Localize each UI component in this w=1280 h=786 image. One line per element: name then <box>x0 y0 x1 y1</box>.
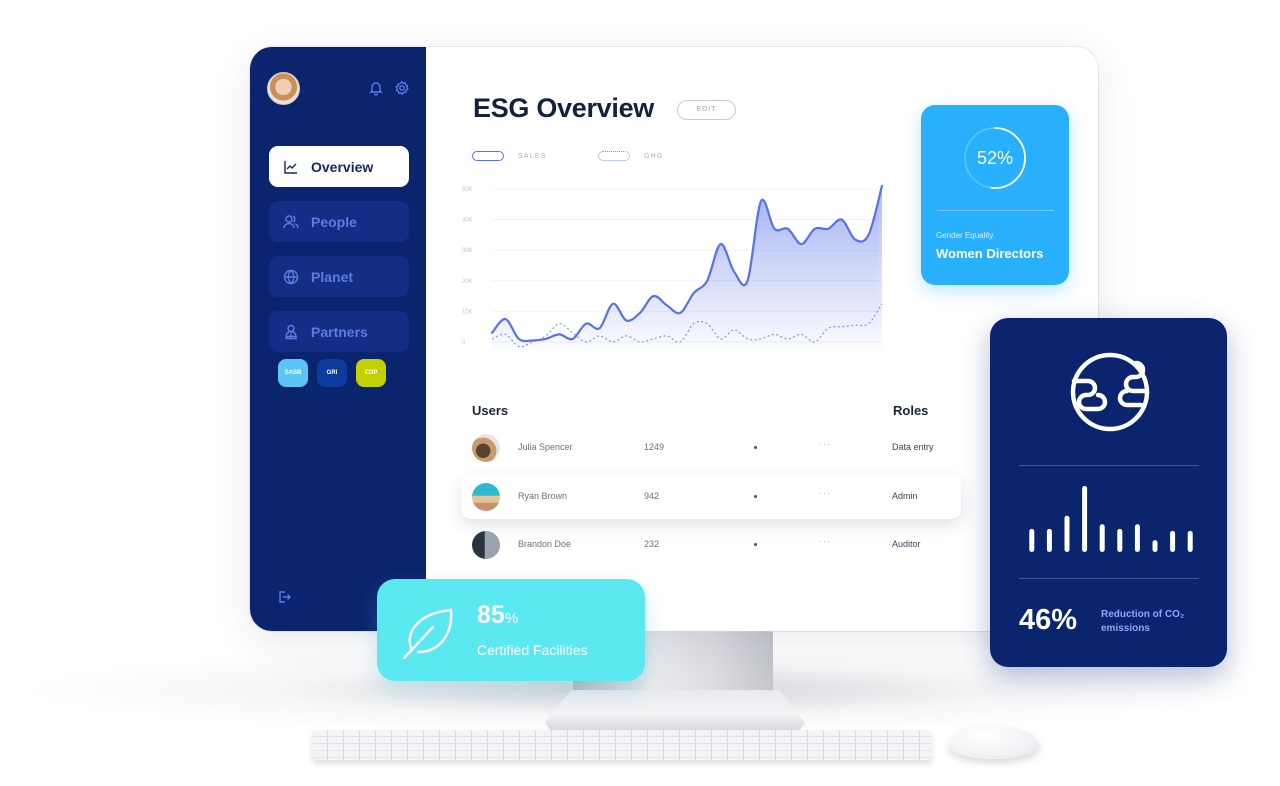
keyboard <box>312 730 932 760</box>
facilities-percent: 85% <box>477 601 518 630</box>
more-options[interactable]: ··· <box>819 536 831 546</box>
sidebar-item-label: Partners <box>311 323 368 340</box>
y-tick-label: 30K <box>462 248 473 254</box>
sidebar-item-label: People <box>311 213 357 230</box>
sidebar-item-people[interactable]: People <box>269 201 409 242</box>
sidebar-item-overview[interactable]: Overview <box>269 146 409 187</box>
roles-heading: Roles <box>893 403 929 418</box>
badge-cdp[interactable]: CDP <box>356 359 386 387</box>
leaf-icon <box>402 608 453 660</box>
earth-icon <box>1070 352 1150 432</box>
co2-description: Reduction of CO₂ emissions <box>1101 608 1184 636</box>
gear-icon[interactable] <box>394 80 410 96</box>
card-title: Women Directors <box>936 246 1044 261</box>
more-options[interactable]: ··· <box>819 488 831 498</box>
monitor-base <box>545 690 805 730</box>
line-chart-icon <box>284 160 297 174</box>
user-name: Brandon Doe <box>518 539 572 549</box>
legend-label: SALES <box>518 152 547 160</box>
y-tick-label: 10K <box>462 309 473 315</box>
edit-button[interactable]: EDIT <box>677 100 736 120</box>
co2-reduction-card[interactable]: 46% Reduction of CO₂ emissions <box>990 318 1227 667</box>
legend-sales[interactable]: SALES <box>472 151 547 161</box>
framework-badges: SASB GRI CDP <box>278 359 386 387</box>
emission-bar <box>1099 524 1105 552</box>
badge-gri[interactable]: GRI <box>317 359 347 387</box>
user-role: Data entry <box>892 442 934 452</box>
divider <box>1019 578 1199 579</box>
user-row[interactable]: Ryan Brown 942 ··· Admin <box>461 475 961 519</box>
sidebar: Overview People Planet Partners SASB GRI… <box>250 47 426 631</box>
sales-ghg-line-chart: 0 10K 20K 30K 40K 50K <box>462 177 900 357</box>
user-count: 1249 <box>644 442 665 452</box>
user-avatar <box>472 483 500 511</box>
y-tick-label: 0 <box>462 340 466 346</box>
user-role: Admin <box>892 491 918 501</box>
sidebar-item-label: Overview <box>311 158 374 175</box>
divider <box>937 210 1054 211</box>
more-options[interactable]: ··· <box>819 439 831 449</box>
emission-bar <box>1134 524 1140 552</box>
user-role: Auditor <box>892 539 921 549</box>
people-icon <box>283 214 299 228</box>
y-tick-label: 50K <box>462 187 473 193</box>
area-fade <box>790 177 900 357</box>
logout-icon[interactable] <box>277 590 291 604</box>
emissions-bar-chart <box>1029 486 1193 552</box>
legend-label: GHG <box>644 152 664 160</box>
divider <box>1019 465 1199 466</box>
page-title: ESG Overview <box>473 93 654 123</box>
user-row[interactable]: Julia Spencer 1249 ··· Data entry <box>461 426 961 470</box>
legend-ghg[interactable]: GHG <box>598 151 664 161</box>
emission-bar <box>1029 528 1035 552</box>
legend-swatch-solid <box>472 151 504 161</box>
user-avatar <box>472 434 500 462</box>
emission-bar <box>1187 530 1193 552</box>
partner-icon <box>285 324 297 339</box>
badge-sasb[interactable]: SASB <box>278 359 308 387</box>
y-tick-label: 20K <box>462 279 473 285</box>
status-dot <box>754 446 757 449</box>
emission-bar <box>1152 540 1158 552</box>
globe-icon <box>283 269 299 284</box>
sidebar-item-planet[interactable]: Planet <box>269 256 409 297</box>
women-directors-card[interactable]: 52% Gender Equality Women Directors <box>921 105 1069 285</box>
co2-desc-line2: emissions <box>1101 623 1150 634</box>
emission-bar <box>1117 528 1123 552</box>
facilities-unit: % <box>504 610 519 627</box>
emission-bar <box>1170 530 1176 552</box>
user-name: Ryan Brown <box>518 491 568 501</box>
y-tick-label: 40K <box>462 218 473 224</box>
legend-swatch-dotted <box>598 151 630 161</box>
card-subtitle: Gender Equality <box>936 231 994 240</box>
facilities-label: Certified Facilities <box>477 642 588 658</box>
user-name: Julia Spencer <box>518 442 573 452</box>
sidebar-item-label: Planet <box>311 268 354 285</box>
emission-bar <box>1082 486 1088 552</box>
status-dot <box>754 543 757 546</box>
user-row[interactable]: Brandon Doe 232 ··· Auditor <box>461 523 961 567</box>
certified-facilities-card[interactable]: 85% Certified Facilities <box>377 579 645 681</box>
user-avatar <box>472 531 500 559</box>
co2-desc-line1: Reduction of CO₂ <box>1101 609 1185 620</box>
status-dot <box>754 495 757 498</box>
co2-percent: 46% <box>1019 604 1078 636</box>
facilities-value: 85 <box>477 601 505 629</box>
emission-bar <box>1046 528 1052 552</box>
user-count: 942 <box>644 491 660 501</box>
percent-value: 52% <box>976 148 1014 168</box>
user-count: 232 <box>644 539 660 549</box>
sidebar-item-partners[interactable]: Partners <box>269 311 409 352</box>
users-heading: Users <box>472 403 509 418</box>
user-avatar[interactable] <box>267 72 300 105</box>
bell-icon[interactable] <box>368 80 384 96</box>
emission-bar <box>1064 515 1070 552</box>
